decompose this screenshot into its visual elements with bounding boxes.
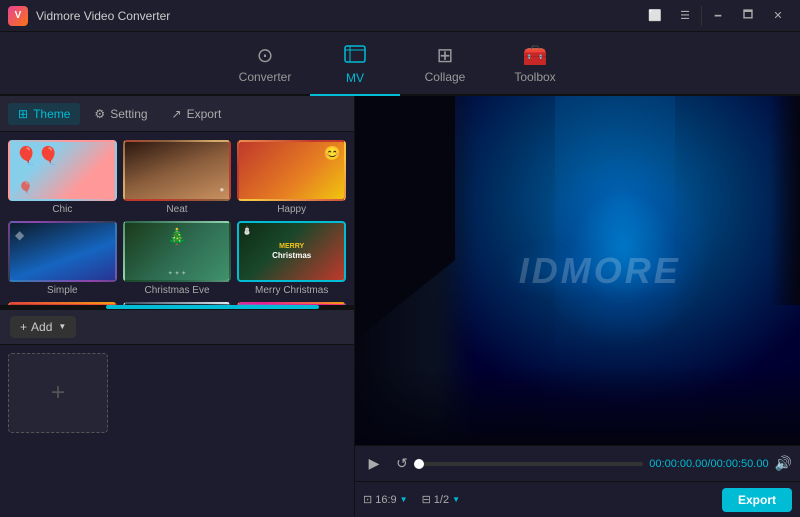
tab-toolbox[interactable]: 🧰 Toolbox: [490, 40, 580, 96]
title-bar: V Vidmore Video Converter ⬜ ☰ 🗕 🗖 ✕: [0, 0, 800, 32]
tab-toolbox-label: Toolbox: [514, 70, 555, 84]
volume-button[interactable]: 🔊: [775, 455, 792, 472]
right-panel: IDMORE ▶ ↺ 00:00:00.00/00:00:50.00 🔊 ⊡: [355, 96, 800, 517]
window-controls: ⬜ ☰ 🗕 🗖 ✕: [641, 6, 792, 26]
theme-christmas-eve-label: Christmas Eve: [144, 285, 209, 296]
ratio-value: 16:9: [375, 494, 396, 506]
export-nav-icon: ↗: [172, 107, 182, 121]
tabs-btn[interactable]: ⬜: [641, 6, 669, 26]
ratio-selector[interactable]: ⊡ 16:9 ▼: [363, 493, 408, 506]
export-label: Export: [738, 493, 776, 507]
tab-collage[interactable]: ⊞ Collage: [400, 40, 490, 96]
tab-converter[interactable]: ⊙ Converter: [220, 40, 310, 96]
theme-christmas-eve[interactable]: 🎄 ✦ ✦ ✦ Christmas Eve: [123, 221, 232, 296]
theme-happy-label: Happy: [277, 204, 306, 215]
main-content: ⊞ Theme ⚙ Setting ↗ Export 🎈🎈 🎈 Chic: [0, 96, 800, 517]
theme-chic[interactable]: 🎈🎈 🎈 Chic: [8, 140, 117, 215]
add-label: Add: [31, 320, 52, 334]
sub-tabs: ⊞ Theme ⚙ Setting ↗ Export: [0, 96, 354, 132]
theme-chic-label: Chic: [52, 204, 72, 215]
mv-icon: [344, 45, 366, 67]
sub-tab-export[interactable]: ↗ Export: [162, 103, 232, 125]
play-button[interactable]: ▶: [363, 453, 385, 475]
nav-bar: ⊙ Converter MV ⊞ Collage 🧰 Toolbox: [0, 32, 800, 96]
add-dropdown-icon: ▼: [58, 322, 66, 331]
add-media-area: +: [0, 345, 354, 517]
page-value: 1/2: [434, 494, 449, 506]
theme-christmas-eve-thumb: 🎄 ✦ ✦ ✦: [123, 221, 232, 282]
repeat-button[interactable]: ↺: [391, 453, 413, 475]
repeat-icon: ↺: [396, 455, 408, 472]
progress-bar[interactable]: [419, 462, 643, 466]
sub-tab-setting[interactable]: ⚙ Setting: [84, 103, 157, 125]
sub-tab-theme-label: Theme: [33, 107, 70, 121]
theme-neat[interactable]: ● Neat: [123, 140, 232, 215]
time-display: 00:00:00.00/00:00:50.00: [649, 458, 768, 470]
merry-text: MERRY Christmas: [272, 243, 311, 261]
page-arrow[interactable]: ▼: [452, 495, 460, 504]
add-media-placeholder[interactable]: +: [8, 353, 108, 433]
add-icon: +: [20, 320, 27, 334]
add-button[interactable]: + Add ▼: [10, 316, 76, 338]
video-cave-bottom: [355, 365, 800, 445]
tab-mv[interactable]: MV: [310, 40, 400, 96]
separator: [701, 6, 702, 26]
watermark-text: IDMORE: [519, 250, 681, 292]
sub-tab-export-label: Export: [187, 107, 222, 121]
page-selector[interactable]: ⊟ 1/2 ▼: [422, 493, 460, 506]
add-bar: + Add ▼: [0, 309, 354, 345]
video-preview: IDMORE: [355, 96, 800, 445]
theme-simple[interactable]: ◆ Simple: [8, 221, 117, 296]
theme-merry-christmas-label: Merry Christmas: [255, 285, 328, 296]
theme-chic-thumb: 🎈🎈 🎈: [8, 140, 117, 201]
sub-tab-setting-label: Setting: [110, 107, 147, 121]
maximize-btn[interactable]: 🗖: [734, 6, 762, 26]
theme-neat-label: Neat: [166, 204, 187, 215]
ratio-icon: ⊡: [363, 493, 372, 506]
theme-scrollbar-thumb: [106, 305, 318, 309]
toolbox-icon: 🧰: [523, 46, 548, 66]
export-button[interactable]: Export: [722, 488, 792, 512]
converter-icon: ⊙: [257, 46, 274, 66]
menu-btn[interactable]: ☰: [671, 6, 699, 26]
left-panel: ⊞ Theme ⚙ Setting ↗ Export 🎈🎈 🎈 Chic: [0, 96, 355, 517]
plus-icon: +: [51, 379, 65, 407]
theme-happy-thumb: 😊: [237, 140, 346, 201]
close-btn[interactable]: ✕: [764, 6, 792, 26]
right-shadow: [770, 96, 800, 305]
bottom-controls-bar: ⊡ 16:9 ▼ ⊟ 1/2 ▼ Export: [355, 481, 800, 517]
collage-icon: ⊞: [437, 46, 454, 66]
theme-grid: 🎈🎈 🎈 Chic ● Neat 😊 Happy: [0, 132, 354, 305]
theme-neat-thumb: ●: [123, 140, 232, 201]
minimize-btn[interactable]: 🗕: [704, 6, 732, 26]
app-title: Vidmore Video Converter: [36, 9, 641, 23]
page-icon: ⊟: [422, 493, 431, 506]
play-icon: ▶: [369, 455, 380, 472]
tab-mv-label: MV: [346, 71, 364, 85]
tab-collage-label: Collage: [425, 70, 466, 84]
theme-simple-thumb: ◆: [8, 221, 117, 282]
ratio-arrow[interactable]: ▼: [400, 495, 408, 504]
theme-happy[interactable]: 😊 Happy: [237, 140, 346, 215]
app-logo: V: [8, 6, 28, 26]
tab-converter-label: Converter: [239, 70, 292, 84]
theme-merry-christmas[interactable]: MERRY Christmas ⛄ Merry Christmas: [237, 221, 346, 296]
volume-icon: 🔊: [775, 455, 792, 471]
theme-simple-label: Simple: [47, 285, 78, 296]
setting-icon: ⚙: [94, 107, 105, 121]
theme-scrollbar[interactable]: [0, 305, 354, 309]
video-controls-bar: ▶ ↺ 00:00:00.00/00:00:50.00 🔊: [355, 445, 800, 481]
theme-merry-christmas-thumb: MERRY Christmas ⛄: [237, 221, 346, 282]
progress-dot: [414, 459, 424, 469]
sub-tab-theme[interactable]: ⊞ Theme: [8, 103, 80, 125]
theme-icon: ⊞: [18, 107, 28, 121]
